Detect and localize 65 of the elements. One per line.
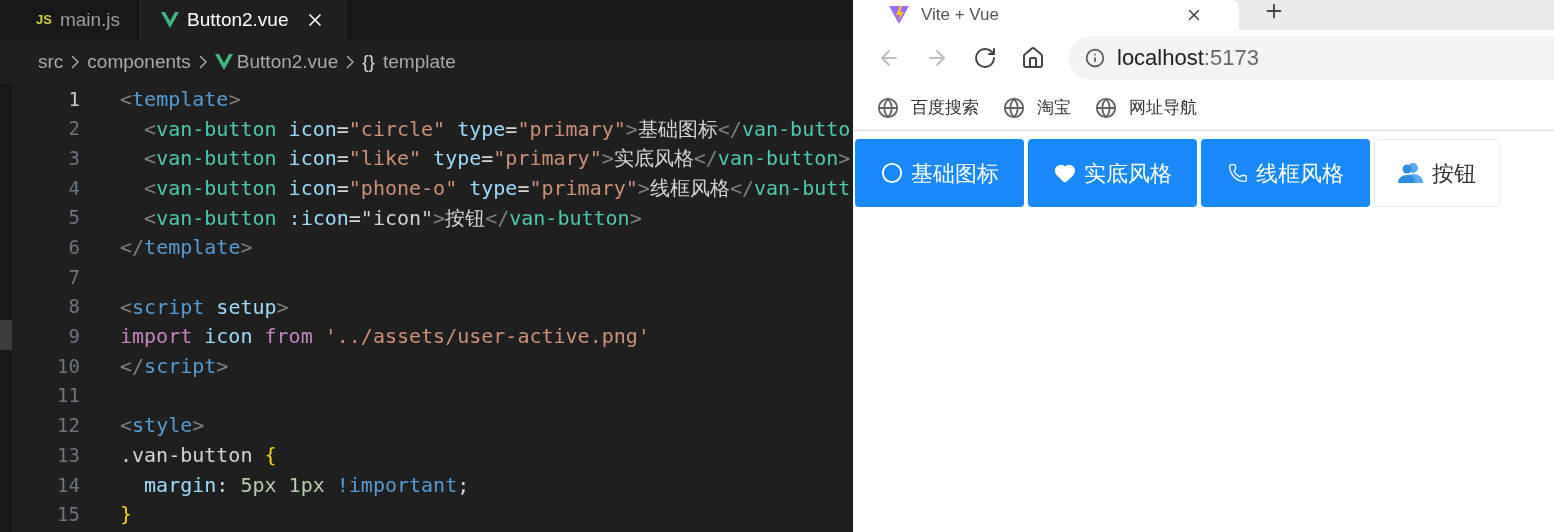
line-number: 15 [56,502,80,528]
code-line: <script setup> [120,296,289,317]
globe-icon [1003,96,1025,119]
bookmark[interactable]: 淘宝 [1003,94,1071,121]
code-line: .van-button { [120,445,277,466]
tab-label: main.js [59,7,121,32]
demo-button[interactable]: 线框风格 [1201,139,1370,207]
bookmark[interactable]: 百度搜索 [877,94,979,121]
line-number: 8 [67,294,80,320]
line-number: 4 [67,175,80,201]
code-line: <van-button icon="circle" type="primary">基础图标</van-butto [143,118,851,139]
info-icon[interactable] [1085,47,1105,68]
address-bar[interactable]: localhost:5173 [1069,35,1554,80]
line-number: 14 [56,472,80,498]
circle-icon [880,162,903,184]
url-text: localhost:5173 [1117,44,1259,72]
code-line: <van-button icon="like" type="primary">实底风格</van-button> [143,148,851,169]
breadcrumb-item[interactable]: src [38,47,64,77]
demo-button[interactable]: 基础图标 [855,139,1024,207]
globe-icon [877,96,899,119]
chevron-icon [346,55,355,69]
chevron-icon [71,55,80,69]
breadcrumb-item[interactable]: components [87,47,191,77]
reload-icon[interactable] [973,45,997,70]
demo-button[interactable]: 实底风格 [1028,139,1197,207]
line-number: 10 [56,353,80,379]
line-number: 5 [67,205,80,231]
lightning-logo-icon [889,6,909,24]
line-number: 12 [56,413,80,439]
demo-button[interactable]: 按钮 [1374,139,1500,207]
vue-file-icon [214,54,233,70]
vue-file-icon [161,12,180,28]
code-line: </script> [120,356,229,377]
breadcrumb-item[interactable]: Button2.vue [236,47,339,77]
heart-icon [1053,162,1076,184]
phone-icon [1227,163,1248,183]
braces-icon: {} [362,47,375,77]
code-line: import icon from '../assets/user-active.png' [120,326,650,347]
line-number: 2 [67,116,80,142]
line-number: 1 [67,86,80,112]
editor-tab[interactable]: Button2.vue [141,0,346,40]
line-number: 3 [67,145,80,171]
line-number: 11 [56,383,80,409]
line-number: 6 [67,235,80,261]
breadcrumb-item[interactable]: template [382,47,456,77]
code-line: margin: 5px 1px !important; [143,474,470,495]
code-line: <van-button :icon="icon">按钮</van-button> [143,207,642,228]
line-number: 13 [56,442,80,468]
code-line: </template> [120,237,253,258]
line-number: 7 [67,264,80,290]
browser-tab[interactable]: Vite + Vue [853,0,1239,30]
code-line: <template> [120,88,241,109]
sidebar-marker [0,320,12,350]
user-icon [1398,162,1424,184]
tab-title: Vite + Vue [921,4,1000,27]
globe-icon [1095,96,1117,119]
chevron-icon [198,55,207,69]
line-number: 9 [67,324,80,350]
code-line: <style> [120,415,205,436]
code-line: <van-button icon="phone-o" type="primary">线框风格</van-butt [143,177,851,198]
js-file-icon: JS [36,10,52,30]
code-line: } [120,504,133,525]
bookmark[interactable]: 网址导航 [1095,94,1197,121]
home-icon[interactable] [1021,45,1045,70]
tab-label: Button2.vue [187,7,289,32]
